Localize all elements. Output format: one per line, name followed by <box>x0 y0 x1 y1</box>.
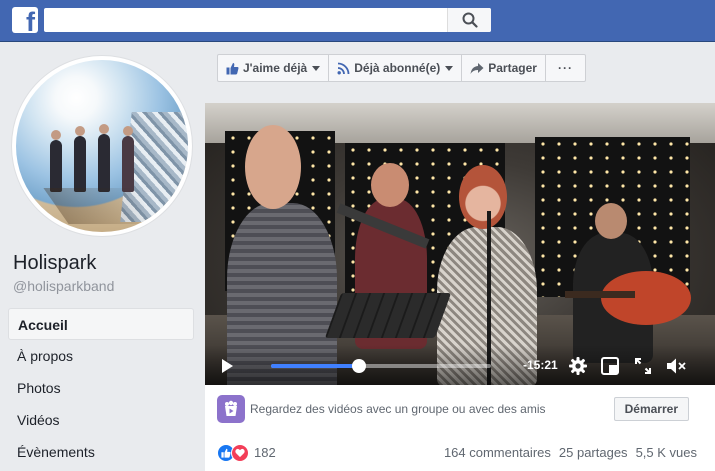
rss-icon <box>337 62 350 75</box>
guitarist-head <box>371 163 409 207</box>
nav-item-about[interactable]: À propos <box>8 340 194 372</box>
top-navigation-bar: f <box>0 0 715 42</box>
follow-page-button[interactable]: Déjà abonné(e) <box>329 55 463 81</box>
watch-party-text: Regardez des vidéos avec un groupe ou av… <box>250 402 546 416</box>
gear-icon[interactable] <box>568 356 588 376</box>
video-progress-bar[interactable] <box>271 359 491 373</box>
reactions-summary[interactable]: 182 <box>217 444 276 462</box>
fullscreen-icon[interactable] <box>634 357 652 375</box>
post-counts: 164 commentaires 25 partages 5,5 K vues <box>444 445 697 460</box>
nav-item-photos[interactable]: Photos <box>8 372 194 404</box>
guitar-neck <box>565 291 635 298</box>
drum-pad <box>324 293 452 338</box>
nav-item-home[interactable]: Accueil <box>8 308 194 340</box>
band-member-figure <box>122 126 134 192</box>
page-title[interactable]: Holispark <box>13 252 96 275</box>
views-count: 5,5 K vues <box>635 445 697 460</box>
video-progress-fill <box>271 364 359 368</box>
play-icon[interactable] <box>222 359 233 373</box>
singer-head <box>459 165 507 229</box>
start-watch-party-button[interactable]: Démarrer <box>613 397 689 421</box>
more-options-button[interactable]: ··· <box>546 55 585 81</box>
search-bar <box>44 8 491 32</box>
post-engagement-stats: 182 164 commentaires 25 partages 5,5 K v… <box>217 444 703 464</box>
like-page-button[interactable]: J'aime déjà <box>218 55 330 81</box>
band-member-figure <box>98 124 110 192</box>
acoustic-guitarist-head <box>595 203 627 239</box>
video-time-remaining: -15:21 <box>523 358 558 372</box>
mute-speaker-icon[interactable] <box>666 357 688 375</box>
nav-item-videos[interactable]: Vidéos <box>8 404 194 436</box>
nav-item-events[interactable]: Évènements <box>8 436 194 468</box>
more-options-icon: ··· <box>557 61 573 75</box>
band-member-figure <box>74 126 86 192</box>
video-player[interactable]: -15:21 <box>205 103 715 385</box>
follow-page-label: Déjà abonné(e) <box>354 61 441 75</box>
watch-party-icon <box>217 395 245 423</box>
page-sidebar: Holispark @holisparkband Accueil À propo… <box>0 42 205 471</box>
acoustic-guitar <box>601 271 691 325</box>
thumbs-up-icon <box>226 62 239 75</box>
like-page-label: J'aime déjà <box>243 61 308 75</box>
page-navigation: Accueil À propos Photos Vidéos Évènement… <box>8 308 194 468</box>
share-button[interactable]: Partager <box>462 55 546 81</box>
profile-picture[interactable] <box>12 56 192 236</box>
picture-in-picture-icon[interactable] <box>601 357 619 375</box>
video-post: -15:21 Regardez des vidéos avec un group… <box>205 103 715 471</box>
chevron-down-icon <box>312 65 321 71</box>
search-input[interactable] <box>44 8 446 32</box>
chevron-down-icon <box>445 65 454 71</box>
shares-count[interactable]: 25 partages <box>559 445 628 460</box>
page-action-bar: J'aime déjà Déjà abonné(e) Partager ··· <box>217 54 586 82</box>
facebook-logo[interactable]: f <box>12 7 38 33</box>
search-icon <box>462 12 478 28</box>
band-photo <box>16 60 188 232</box>
comments-count[interactable]: 164 commentaires <box>444 445 551 460</box>
video-scrubber-handle[interactable] <box>352 359 366 373</box>
share-arrow-icon <box>470 62 484 75</box>
search-button[interactable] <box>447 8 491 32</box>
drummer-head <box>245 125 301 209</box>
reactions-count: 182 <box>254 445 276 460</box>
love-reaction-icon <box>231 444 249 462</box>
watch-party-prompt: Regardez des vidéos avec un groupe ou av… <box>217 395 703 423</box>
band-member-figure <box>50 130 62 192</box>
share-label: Partager <box>488 61 537 75</box>
video-controls: -15:21 <box>205 345 715 385</box>
page-username[interactable]: @holisparkband <box>13 278 114 294</box>
